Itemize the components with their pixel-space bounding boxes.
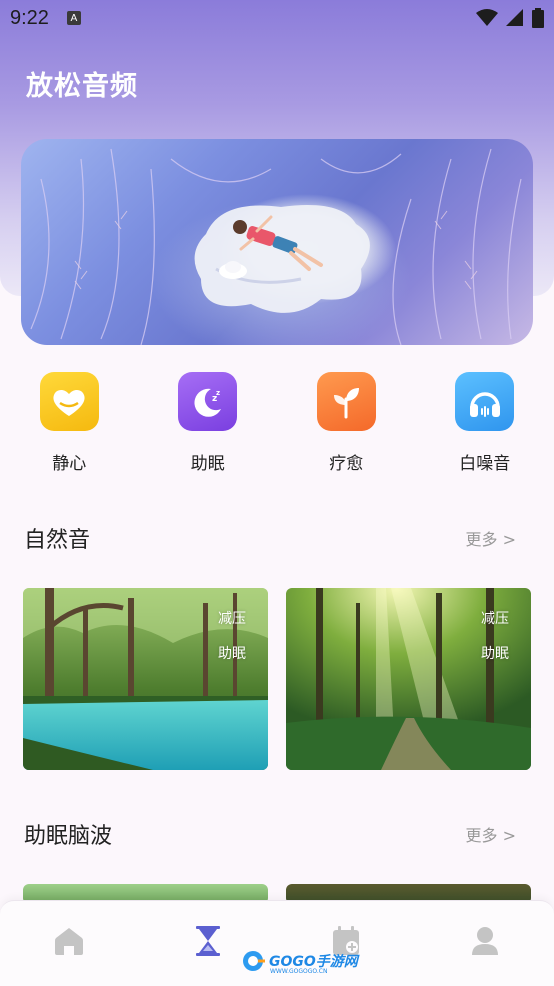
category-label: 静心	[52, 454, 87, 474]
category-label: 疗愈	[329, 454, 364, 474]
nav-timer[interactable]	[139, 901, 278, 986]
profile-icon	[471, 926, 498, 955]
card-tag: 助眠	[481, 646, 509, 662]
banner-illustration	[30, 148, 522, 345]
category-zhumian[interactable]: z z 助眠	[139, 372, 278, 474]
wifi-icon	[476, 9, 498, 26]
audio-card-forest-lake[interactable]: 减压 助眠	[23, 588, 268, 770]
category-baizaoyin[interactable]: 白噪音	[416, 372, 554, 474]
banner-image[interactable]	[21, 139, 533, 345]
home-icon	[55, 927, 84, 955]
headphones-icon	[455, 372, 515, 431]
audio-card-sunlit-forest[interactable]: 减压 助眠	[286, 588, 531, 770]
gogo-logo-icon	[243, 951, 265, 971]
category-jingxin[interactable]: 静心	[0, 372, 139, 474]
svg-text:z: z	[216, 389, 220, 397]
nav-profile[interactable]	[416, 901, 554, 986]
category-label: 白噪音	[459, 454, 511, 474]
section-header-nature: 自然音 更多 >	[0, 522, 554, 554]
card-tag: 减压	[218, 611, 246, 627]
status-time: 9:22	[10, 6, 49, 29]
card-tag: 助眠	[218, 646, 246, 662]
category-shortcuts: 静心 z z 助眠 疗愈 白噪音	[0, 372, 554, 474]
status-bar: 9:22 A	[0, 0, 554, 36]
signal-icon	[506, 9, 523, 26]
card-tag: 减压	[481, 611, 509, 627]
sprout-icon	[316, 372, 376, 431]
battery-icon	[532, 8, 544, 28]
more-link[interactable]: 更多 >	[466, 526, 517, 550]
more-link[interactable]: 更多 >	[466, 822, 517, 846]
watermark-logo: GOGO手游网 WWW.GOGOGO.CN	[242, 950, 358, 975]
notification-icon: A	[66, 11, 81, 25]
heart-icon	[39, 372, 99, 431]
moon-icon: z z	[178, 372, 238, 431]
watermark-url: WWW.GOGOGO.CN	[270, 968, 328, 975]
category-label: 助眠	[190, 454, 225, 474]
section-header-brainwave: 助眠脑波 更多 >	[0, 818, 554, 850]
category-liaoyu[interactable]: 疗愈	[277, 372, 416, 474]
nav-home[interactable]	[0, 901, 139, 986]
page-title: 放松音频	[26, 71, 138, 102]
section-title: 自然音	[24, 528, 91, 553]
hourglass-icon	[195, 925, 220, 956]
section-title: 助眠脑波	[24, 824, 113, 849]
